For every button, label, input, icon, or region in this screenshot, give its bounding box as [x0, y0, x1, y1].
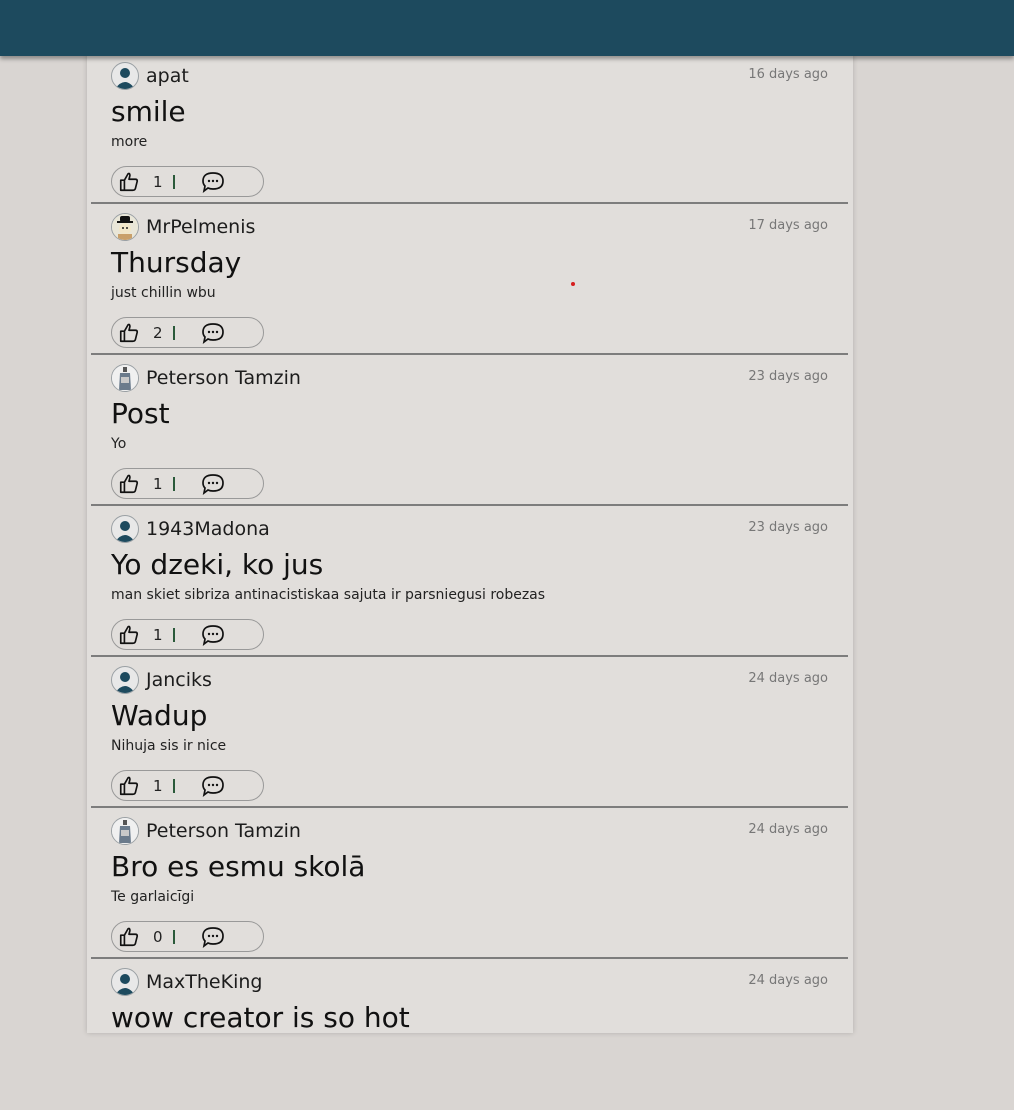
comment-icon[interactable]	[201, 473, 225, 495]
post-author[interactable]: apat	[146, 65, 189, 87]
thumbs-up-icon[interactable]	[118, 624, 140, 646]
divider	[173, 929, 175, 944]
thumbs-up-icon[interactable]	[118, 926, 140, 948]
like-count: 2	[153, 323, 163, 342]
custom-avatar-image[interactable]	[111, 364, 139, 392]
thumbs-up-icon[interactable]	[118, 171, 140, 193]
post-title[interactable]: smile	[111, 95, 186, 128]
post-actions: 0	[111, 921, 264, 952]
divider	[173, 325, 175, 340]
post-author[interactable]: Peterson Tamzin	[146, 820, 301, 842]
like-count: 1	[153, 625, 163, 644]
post-card[interactable]: apat 16 days ago smile more 1	[91, 53, 848, 204]
post-card[interactable]: MrPelmenis 17 days ago Thursday just chi…	[91, 204, 848, 355]
post-title[interactable]: Thursday	[111, 246, 241, 279]
post-actions: 1	[111, 468, 264, 499]
post-author[interactable]: 1943Madona	[146, 518, 270, 540]
thumbs-up-icon[interactable]	[118, 473, 140, 495]
comment-icon[interactable]	[201, 624, 225, 646]
post-header: MrPelmenis	[111, 212, 255, 242]
post-title[interactable]: Post	[111, 397, 170, 430]
post-header: 1943Madona	[111, 514, 270, 544]
top-navigation-bar	[0, 0, 1014, 56]
post-timestamp: 24 days ago	[748, 973, 828, 988]
thumbs-up-icon[interactable]	[118, 775, 140, 797]
post-feed: apat 16 days ago smile more 1 MrPelmenis…	[87, 53, 853, 1034]
post-timestamp: 24 days ago	[748, 671, 828, 686]
post-body: more	[111, 134, 148, 150]
post-card[interactable]: Peterson Tamzin 24 days ago Bro es esmu …	[91, 808, 848, 959]
post-actions: 2	[111, 317, 264, 348]
post-actions: 1	[111, 619, 264, 650]
post-header: Janciks	[111, 665, 212, 695]
post-title[interactable]: Yo dzeki, ko jus	[111, 548, 323, 581]
divider	[173, 627, 175, 642]
divider	[173, 778, 175, 793]
post-body: man skiet sibriza antinacistiskaa sajuta…	[111, 587, 546, 603]
post-title[interactable]: Bro es esmu skolā	[111, 850, 365, 883]
post-timestamp: 23 days ago	[748, 520, 828, 535]
custom-avatar-image[interactable]	[111, 817, 139, 845]
thumbs-up-icon[interactable]	[118, 322, 140, 344]
post-timestamp: 24 days ago	[748, 822, 828, 837]
divider	[173, 174, 175, 189]
divider	[173, 476, 175, 491]
default-avatar-icon[interactable]	[111, 62, 139, 90]
post-body: Te garlaicīgi	[111, 889, 195, 905]
comment-icon[interactable]	[201, 171, 225, 193]
like-count: 1	[153, 474, 163, 493]
post-card[interactable]: 1943Madona 23 days ago Yo dzeki, ko jus …	[91, 506, 848, 657]
post-timestamp: 16 days ago	[748, 67, 828, 82]
post-timestamp: 23 days ago	[748, 369, 828, 384]
comment-icon[interactable]	[201, 926, 225, 948]
post-body: Yo	[111, 436, 127, 452]
post-header: Peterson Tamzin	[111, 363, 301, 393]
post-title[interactable]: Wadup	[111, 699, 207, 732]
post-actions: 1	[111, 166, 264, 197]
like-count: 1	[153, 172, 163, 191]
mouse-cursor-dot	[571, 282, 575, 286]
default-avatar-icon[interactable]	[111, 968, 139, 996]
post-card[interactable]: Peterson Tamzin 23 days ago Post Yo 1	[91, 355, 848, 506]
default-avatar-icon[interactable]	[111, 515, 139, 543]
post-card[interactable]: Janciks 24 days ago Wadup Nihuja sis ir …	[91, 657, 848, 808]
post-body: just chillin wbu	[111, 285, 216, 301]
custom-avatar-image[interactable]	[111, 213, 139, 241]
default-avatar-icon[interactable]	[111, 666, 139, 694]
like-count: 1	[153, 776, 163, 795]
post-card[interactable]: MaxTheKing 24 days ago wow creator is so…	[91, 959, 848, 1110]
post-title[interactable]: wow creator is so hot	[111, 1001, 410, 1034]
post-body: Nihuja sis ir nice	[111, 738, 227, 754]
post-author[interactable]: Peterson Tamzin	[146, 367, 301, 389]
like-count: 0	[153, 927, 163, 946]
comment-icon[interactable]	[201, 322, 225, 344]
post-author[interactable]: Janciks	[146, 669, 212, 691]
comment-icon[interactable]	[201, 775, 225, 797]
post-timestamp: 17 days ago	[748, 218, 828, 233]
post-header: Peterson Tamzin	[111, 816, 301, 846]
post-header: MaxTheKing	[111, 967, 262, 997]
post-header: apat	[111, 61, 189, 91]
post-actions: 1	[111, 770, 264, 801]
post-author[interactable]: MrPelmenis	[146, 216, 255, 238]
post-author[interactable]: MaxTheKing	[146, 971, 262, 993]
